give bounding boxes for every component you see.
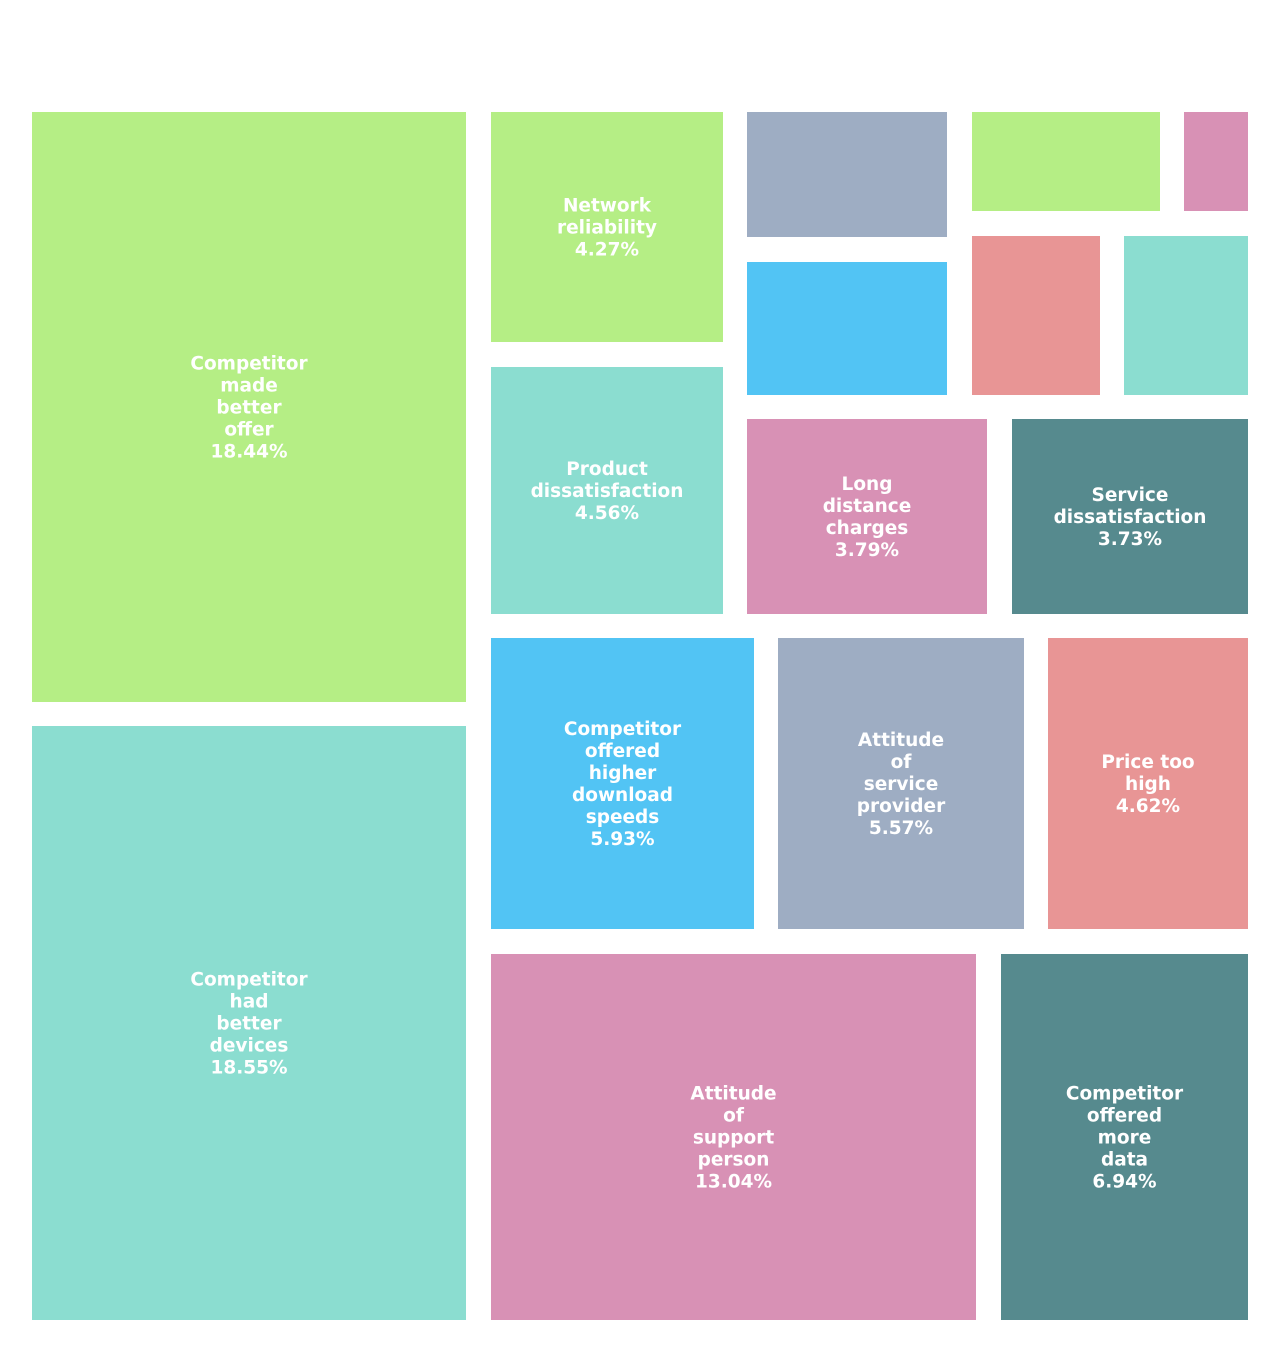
tile-value: 4.62% [1116, 796, 1180, 817]
tile-name-line: offer [224, 420, 274, 441]
tile-name-line: Long [842, 474, 893, 495]
tile-name-line: more [1098, 1128, 1152, 1149]
tile-label: Attitude of service provider 5.57% [857, 730, 946, 839]
tile-unlabeled-7 [1184, 112, 1248, 211]
tile-competitor-had-better-devices: Competitor had better devices 18.55% [32, 726, 466, 1320]
tile-name-line: distance [823, 496, 912, 517]
tile-value: 5.93% [590, 829, 654, 850]
tile-competitor-offered-higher-download-speeds: Competitor offered higher download speeds 5.9… [491, 638, 754, 929]
tile-price-too-high: Price too high 4.62% [1048, 638, 1248, 929]
treemap-chart: Competitor made better offer 18.44%Competito… [32, 112, 1248, 1320]
tile-value: 5.57% [869, 818, 933, 839]
tile-value: 6.94% [1092, 1172, 1156, 1193]
tile-name-line: Network [563, 196, 652, 217]
tile-unlabeled-4 [747, 112, 947, 237]
tile-name-line: of [891, 752, 913, 773]
tile-value: 3.79% [835, 540, 899, 561]
tile-name-line: Competitor [564, 719, 682, 740]
tile-long-distance-charges: Long distance charges 3.79% [747, 419, 987, 614]
tile-name-line: devices [210, 1036, 289, 1057]
tile-name-line: Product [566, 459, 648, 480]
tile-competitor-offered-more-data: Competitor offered more data 6.94% [1001, 954, 1248, 1320]
tile-name-line: data [1101, 1150, 1148, 1171]
tile-name-line: better [216, 1014, 282, 1035]
tile-attitude-of-support-person: Attitude of support person 13.04% [491, 954, 976, 1320]
tile-label: Attitude of support person 13.04% [690, 1084, 776, 1193]
tile-unlabeled-9 [1124, 236, 1248, 395]
tile-name-line: person [698, 1150, 770, 1171]
tile-name-line: provider [857, 796, 946, 817]
tile-name-line: support [693, 1128, 775, 1149]
tile-name-line: service [864, 774, 939, 795]
tile-name-line: offered [585, 741, 660, 762]
tile-name-line: better [216, 398, 282, 419]
tile-name-line: offered [1087, 1106, 1162, 1127]
tile-competitor-made-better-offer: Competitor made better offer 18.44% [32, 112, 466, 702]
tile-rect [972, 236, 1100, 395]
tile-value: 4.27% [575, 240, 639, 261]
tile-value: 13.04% [695, 1172, 772, 1193]
tile-name-line: dissatisfaction [531, 481, 684, 502]
tile-network-reliability: Network reliability 4.27% [491, 112, 723, 342]
tile-name-line: made [220, 376, 278, 397]
tile-unlabeled-6 [972, 112, 1160, 211]
tile-unlabeled-8 [972, 236, 1100, 395]
tile-rect [747, 112, 947, 237]
tile-value: 18.55% [210, 1058, 287, 1079]
tile-name-line: high [1125, 774, 1171, 795]
tile-name-line: had [230, 992, 269, 1013]
tile-attitude-of-service-provider: Attitude of service provider 5.57% [778, 638, 1024, 929]
tile-service-dissatisfaction: Service dissatisfaction 3.73% [1012, 419, 1248, 614]
tile-rect [1124, 236, 1248, 395]
tile-product-dissatisfaction: Product dissatisfaction 4.56% [491, 367, 723, 614]
tile-name-line: dissatisfaction [1054, 507, 1207, 528]
tile-name-line: charges [826, 518, 909, 539]
tile-name-line: Attitude [690, 1084, 776, 1105]
tile-name-line: Service [1092, 485, 1169, 506]
tile-name-line: Price too [1101, 752, 1194, 773]
tile-rect [1184, 112, 1248, 211]
tile-value: 18.44% [210, 442, 287, 463]
tile-name-line: Competitor [190, 354, 308, 375]
tile-name-line: higher [589, 763, 657, 784]
tile-rect [747, 262, 947, 395]
tile-name-line: speeds [586, 807, 660, 828]
tile-value: 3.73% [1098, 529, 1162, 550]
tile-name-line: Attitude [858, 730, 944, 751]
tile-rect [972, 112, 1160, 211]
tile-name-line: reliability [557, 218, 657, 239]
tile-name-line: of [723, 1106, 745, 1127]
tile-name-line: Competitor [190, 970, 308, 991]
tile-name-line: Competitor [1066, 1084, 1184, 1105]
tile-unlabeled-5 [747, 262, 947, 395]
tile-value: 4.56% [575, 503, 639, 524]
tile-name-line: download [572, 785, 673, 806]
